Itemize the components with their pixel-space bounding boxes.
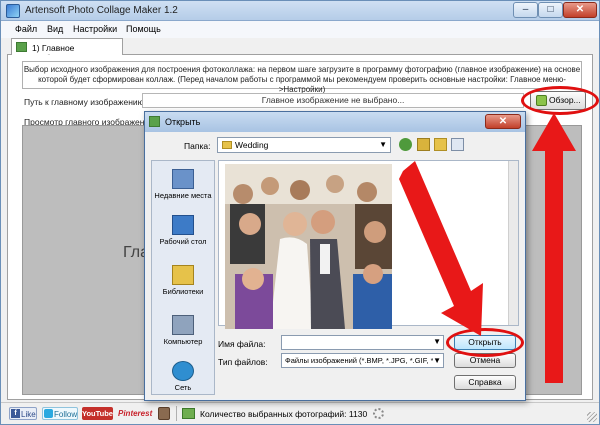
folder-icon bbox=[222, 141, 232, 149]
dialog-title-bar: Открыть ✕ bbox=[145, 112, 525, 132]
folder-select[interactable]: Wedding ▼ bbox=[217, 137, 391, 153]
youtube-button[interactable]: YouTube bbox=[82, 407, 113, 420]
libraries-icon bbox=[172, 265, 194, 285]
place-label: Недавние места bbox=[154, 191, 212, 200]
window-title: Artensoft Photo Collage Maker 1.2 bbox=[25, 5, 178, 16]
path-field[interactable]: Главное изображение не выбрано... bbox=[142, 93, 524, 108]
file-name-input[interactable]: ▼ bbox=[281, 335, 444, 350]
file-name-label: Имя файла: bbox=[218, 339, 266, 349]
vertical-scrollbar[interactable] bbox=[508, 161, 518, 325]
image-icon bbox=[16, 42, 27, 52]
file-type-label: Тип файлов: bbox=[218, 357, 268, 367]
resize-grip-icon[interactable] bbox=[587, 412, 597, 422]
facebook-like-button[interactable]: f Like bbox=[9, 407, 37, 420]
annotation-circle-open bbox=[446, 328, 524, 357]
annotation-circle-browse bbox=[521, 86, 599, 115]
places-sidebar: Недавние места Рабочий стол Библиотеки К… bbox=[151, 160, 215, 395]
twitter-follow-button[interactable]: Follow bbox=[42, 407, 78, 420]
place-desktop[interactable]: Рабочий стол bbox=[152, 215, 214, 246]
app-window: Artensoft Photo Collage Maker 1.2 – □ ✕ … bbox=[0, 0, 600, 425]
menu-bar: Файл Вид Настройки Помощь bbox=[1, 21, 599, 38]
network-icon bbox=[172, 361, 194, 381]
folder-label: Папка: bbox=[184, 141, 211, 151]
place-recent[interactable]: Недавние места bbox=[152, 169, 214, 200]
tab-strip: 1) Главное изображение bbox=[7, 38, 593, 63]
app-logo-icon bbox=[6, 4, 20, 18]
place-label: Компьютер bbox=[163, 337, 203, 346]
tab-main-image[interactable]: 1) Главное изображение bbox=[11, 38, 123, 63]
dialog-app-icon bbox=[149, 116, 160, 127]
place-label: Библиотеки bbox=[162, 287, 204, 296]
up-folder-icon[interactable] bbox=[417, 138, 430, 151]
file-list bbox=[218, 160, 519, 329]
computer-icon bbox=[172, 315, 194, 335]
menu-view[interactable]: Вид bbox=[47, 24, 63, 34]
maximize-button[interactable]: □ bbox=[538, 2, 563, 18]
photo-count: Количество выбранных фотографий: 1130 bbox=[200, 409, 368, 419]
photos-icon bbox=[182, 408, 195, 419]
dialog-body: Папка: Wedding ▼ Недавние места Рабочий … bbox=[146, 132, 524, 399]
chevron-down-icon: ▼ bbox=[433, 354, 441, 367]
photo-thumbnail[interactable] bbox=[225, 164, 392, 329]
menu-help[interactable]: Помощь bbox=[126, 24, 161, 34]
place-label: Сеть bbox=[174, 383, 192, 392]
menu-settings[interactable]: Настройки bbox=[73, 24, 117, 34]
place-network[interactable]: Сеть bbox=[152, 361, 214, 392]
facebook-icon: f bbox=[11, 409, 20, 418]
file-type-value: Файлы изображений (*.BMP, *.JPG, *.GIF, … bbox=[285, 356, 436, 365]
help-button[interactable]: Справка bbox=[454, 375, 516, 390]
title-bar: Artensoft Photo Collage Maker 1.2 – □ ✕ bbox=[1, 1, 599, 21]
desktop-icon bbox=[172, 215, 194, 235]
wedding-photo-image bbox=[225, 164, 392, 329]
minimize-button[interactable]: – bbox=[513, 2, 538, 18]
twitter-icon bbox=[44, 409, 53, 418]
dialog-close-button[interactable]: ✕ bbox=[485, 114, 521, 129]
menu-file[interactable]: Файл bbox=[15, 24, 37, 34]
place-label: Рабочий стол bbox=[159, 237, 207, 246]
loading-spinner-icon bbox=[373, 408, 384, 419]
new-folder-icon[interactable] bbox=[434, 138, 447, 151]
close-button[interactable]: ✕ bbox=[563, 2, 597, 18]
instagram-icon[interactable] bbox=[158, 407, 170, 420]
path-label: Путь к главному изображению: bbox=[24, 97, 147, 107]
chevron-down-icon: ▼ bbox=[379, 140, 387, 149]
like-label: Like bbox=[21, 410, 36, 419]
view-menu-icon[interactable] bbox=[451, 138, 464, 151]
status-divider bbox=[176, 406, 177, 421]
place-libraries[interactable]: Библиотеки bbox=[152, 265, 214, 296]
back-icon[interactable] bbox=[399, 138, 412, 151]
info-box: Выбор исходного изображения для построен… bbox=[22, 61, 582, 94]
dialog-title: Открыть bbox=[165, 117, 201, 127]
chevron-down-icon[interactable]: ▼ bbox=[433, 337, 441, 346]
open-dialog: Открыть ✕ Папка: Wedding ▼ Недавние мест… bbox=[144, 111, 526, 401]
recent-places-icon bbox=[172, 169, 194, 189]
folder-value: Wedding bbox=[235, 140, 269, 150]
pinterest-button[interactable]: Pinterest bbox=[118, 407, 154, 420]
status-bar: f Like Follow YouTube Pinterest Количест… bbox=[1, 402, 599, 424]
place-computer[interactable]: Компьютер bbox=[152, 315, 214, 346]
follow-label: Follow bbox=[54, 410, 78, 419]
file-type-select[interactable]: Файлы изображений (*.BMP, *.JPG, *.GIF, … bbox=[281, 353, 444, 368]
